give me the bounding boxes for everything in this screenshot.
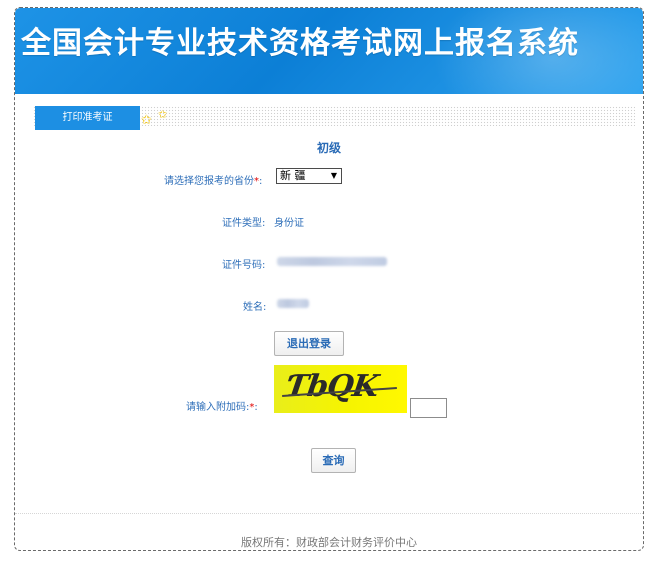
province-select[interactable]: 新 疆 ▼ [276,168,342,184]
label-colon: : [259,176,263,187]
id-type-label: 证件类型: [222,218,266,229]
captcha-label-text: 请输入附加码: [186,402,250,413]
label-colon: : [254,402,258,413]
captcha-text: ƬbQK [283,369,380,404]
id-number-label: 证件号码: [222,260,266,271]
captcha-label: 请输入附加码:*: [186,398,258,413]
name-value-redacted [277,299,309,308]
footer-copyright: 版权所有：财政部会计财务评价中心 [241,536,417,549]
province-select-value: 新 疆 [280,169,306,182]
tab-print-admission-ticket[interactable]: 打印准考证 [35,106,140,130]
id-number-value-redacted [277,257,387,266]
captcha-input[interactable] [410,398,447,418]
captcha-image[interactable]: ƬbQK [274,365,407,413]
chevron-down-icon: ▼ [330,171,337,180]
page-frame: 全国会计专业技术资格考试网上报名系统 打印准考证 ✩ ✩ 初级 请选择您报考的省… [14,7,644,551]
footer-divider [15,513,643,514]
system-title: 全国会计专业技术资格考试网上报名系统 [21,26,579,61]
header-banner: 全国会计专业技术资格考试网上报名系统 [15,8,643,138]
exam-level-title: 初级 [316,141,341,155]
id-type-value: 身份证 [274,218,304,229]
star-icon: ✩ [158,108,168,121]
star-icon: ✩ [141,113,152,128]
query-button[interactable]: 查询 [311,448,356,473]
province-label: 请选择您报考的省份*: [164,172,262,187]
name-label: 姓名: [243,302,267,313]
province-label-text: 请选择您报考的省份 [164,176,254,187]
logout-button[interactable]: 退出登录 [274,331,344,356]
